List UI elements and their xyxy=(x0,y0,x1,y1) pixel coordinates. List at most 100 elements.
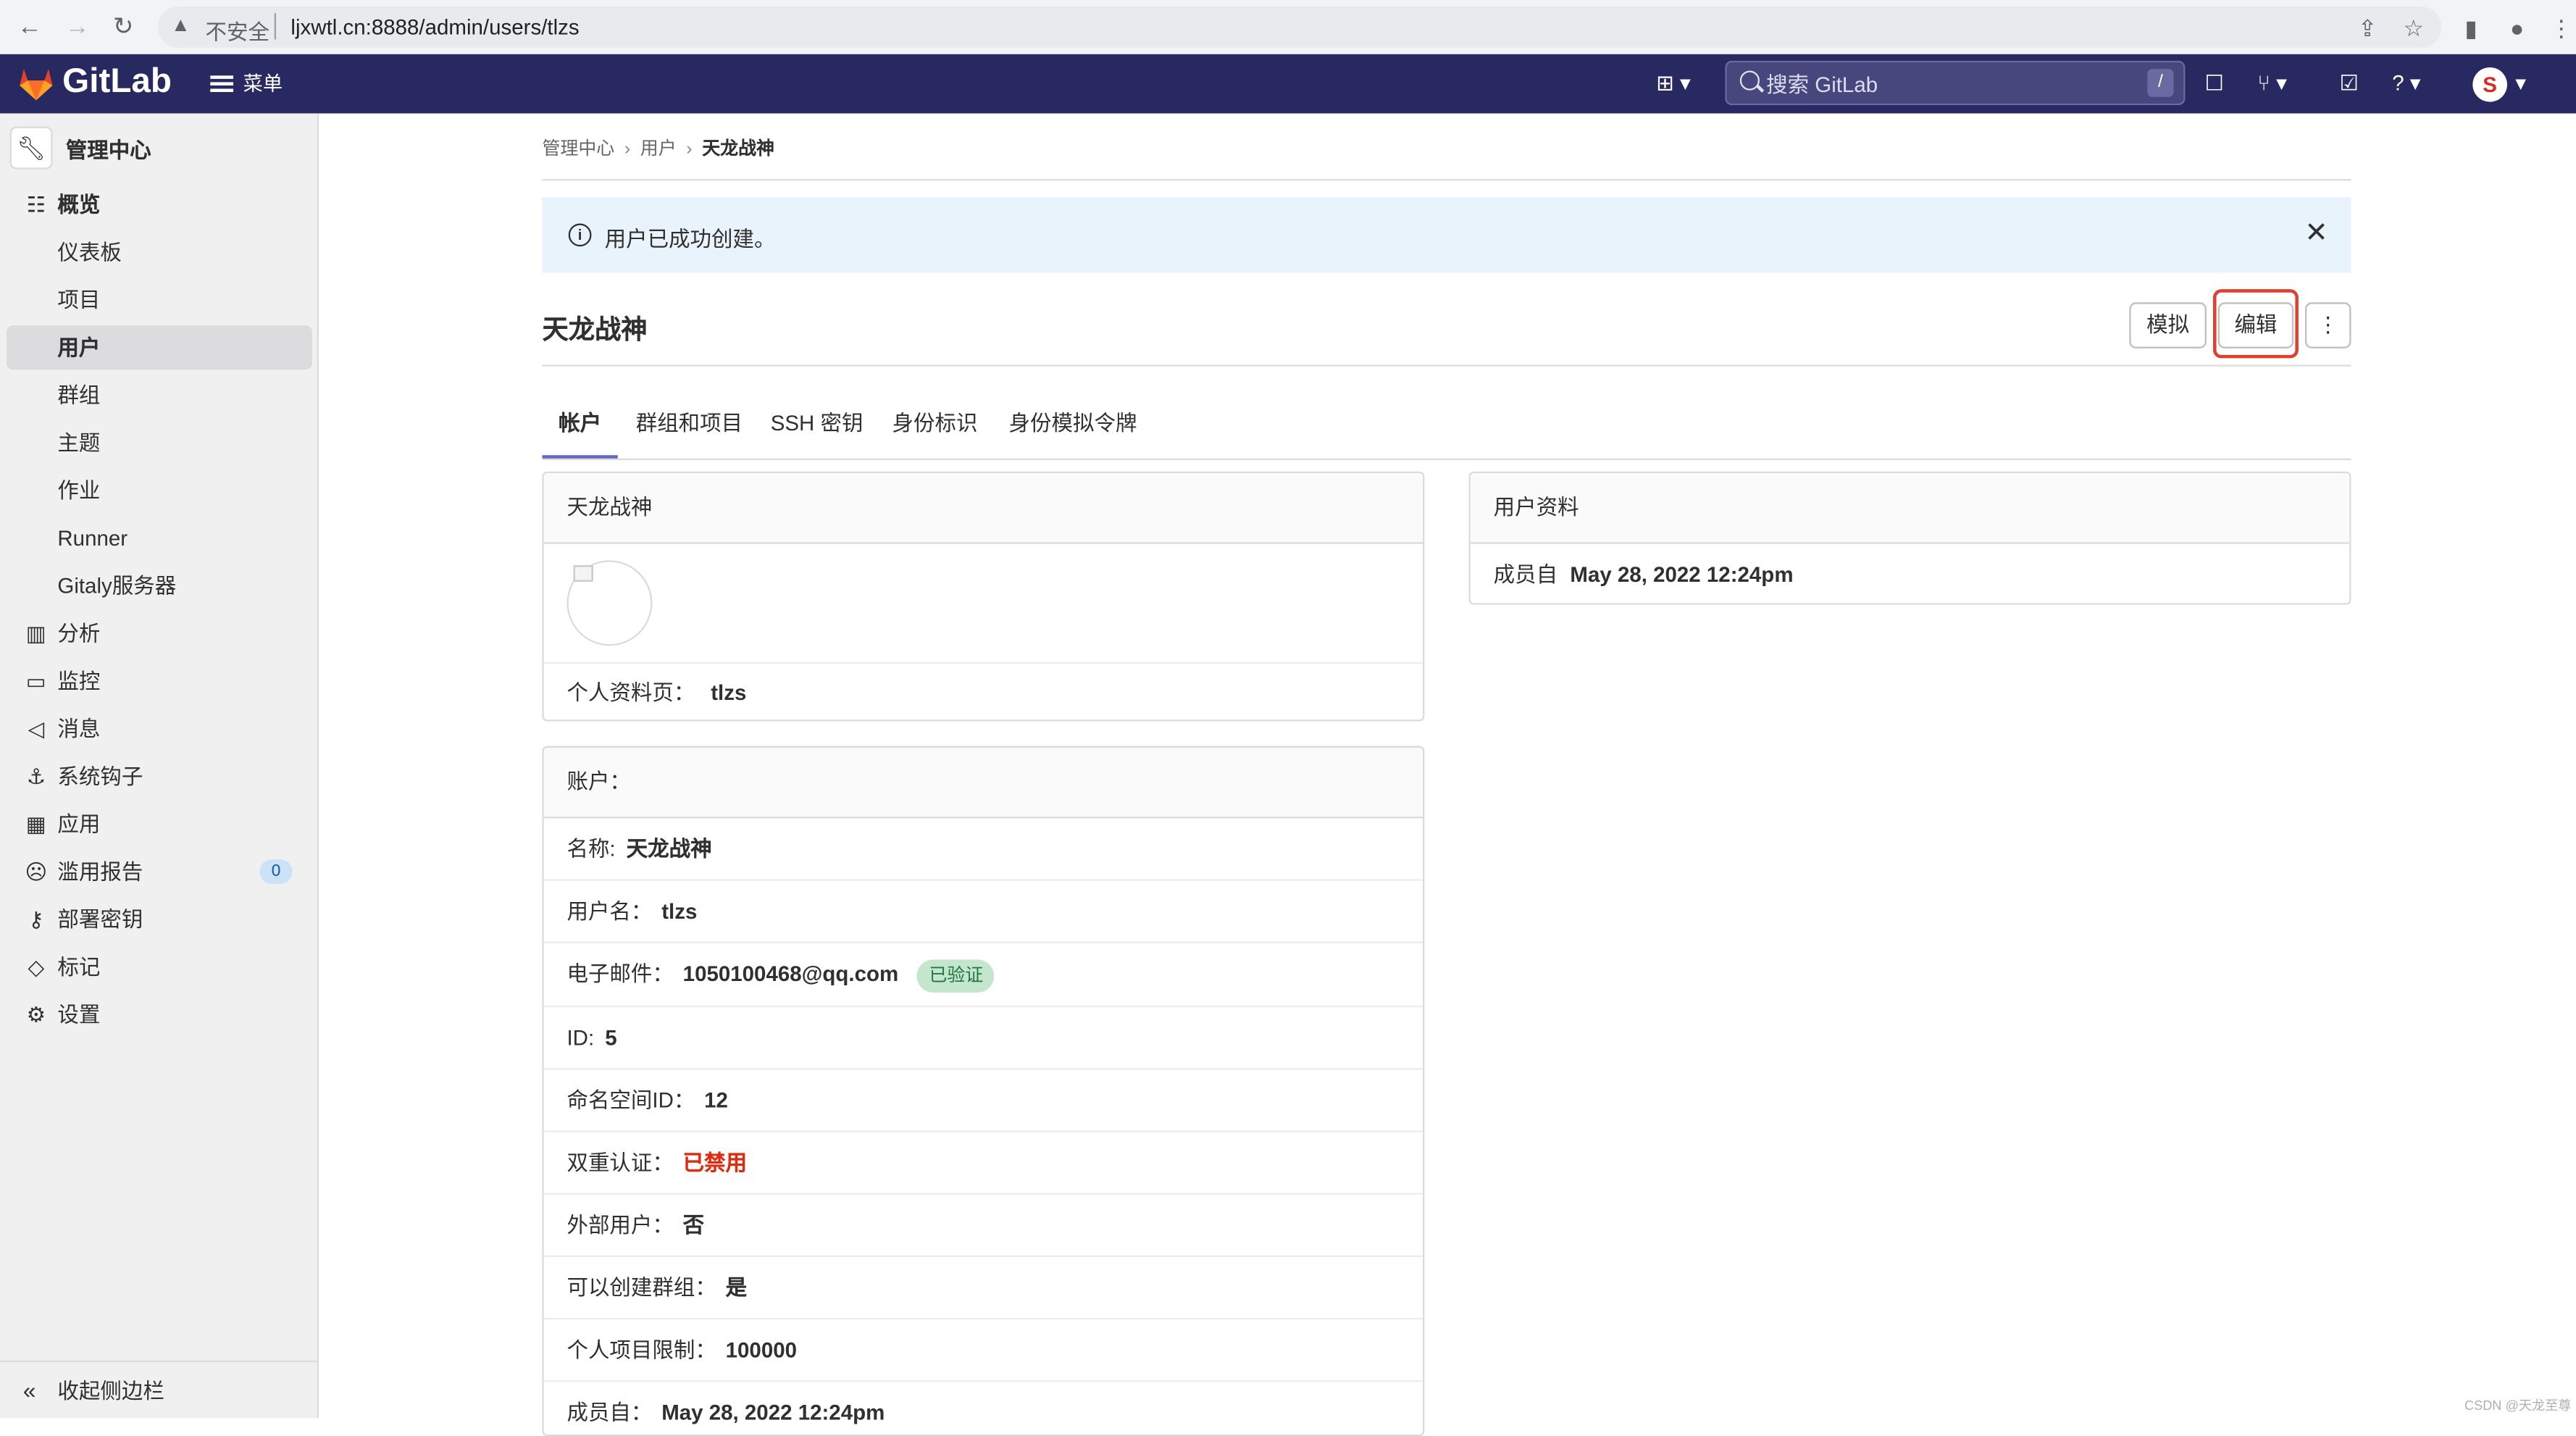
warning-icon: ▲ xyxy=(170,13,191,36)
url-divider xyxy=(274,13,277,40)
abuse-count-badge: 0 xyxy=(259,859,293,885)
breadcrumb-users[interactable]: 用户 xyxy=(640,140,677,159)
profile-page-link[interactable]: tlzs xyxy=(711,680,746,705)
breadcrumb-current[interactable]: 天龙战神 xyxy=(702,140,774,159)
more-options-icon[interactable]: ⋮ xyxy=(2546,13,2576,43)
name-row: 名称: 天龙战神 xyxy=(543,818,1423,881)
sidebar-item-labels[interactable]: ◇ 标记 xyxy=(7,945,312,989)
overview-icon: ☷ xyxy=(26,192,46,217)
sidebar-item-messages[interactable]: ◁ 消息 xyxy=(7,706,312,751)
monitor-icon: ▭ xyxy=(25,669,46,694)
breadcrumb-chevron-icon: › xyxy=(624,139,631,159)
bookmark-star-icon[interactable]: ☆ xyxy=(2399,13,2428,43)
user-info-member-since-row: 成员自 May 28, 2022 12:24pm xyxy=(1493,562,1794,587)
side-panel-icon[interactable]: ▮ xyxy=(2456,13,2486,43)
hamburger-icon xyxy=(210,72,234,95)
sidebar-item-deploy-keys[interactable]: ⚷ 部署密钥 xyxy=(7,897,312,941)
sidebar-context-header[interactable]: 🔧︎ 管理中心 xyxy=(9,126,151,170)
label-icon: ◇ xyxy=(28,954,45,980)
page-title: 天龙战神 xyxy=(542,317,648,346)
breadcrumb-admin[interactable]: 管理中心 xyxy=(542,140,614,159)
create-new-icon[interactable]: ⊞ ▾ xyxy=(1656,69,1691,99)
search-box[interactable]: / xyxy=(1725,60,2186,106)
sidebar-item-analytics[interactable]: ▥ 分析 xyxy=(7,611,312,656)
user-info-card: 用户资料 成员自 May 28, 2022 12:24pm xyxy=(1468,471,2351,605)
tab-identities[interactable]: 身份标识 xyxy=(892,396,978,456)
tab-account[interactable]: 帐户 xyxy=(542,396,618,459)
sidebar-item-applications[interactable]: ▦ 应用 xyxy=(7,802,312,846)
user-avatar[interactable]: S xyxy=(2472,67,2507,102)
sidebar-item-gitaly-servers[interactable]: Gitaly服务器 xyxy=(7,564,312,608)
collapse-sidebar-button[interactable]: «收起侧边栏 xyxy=(0,1360,317,1420)
back-icon[interactable]: ← xyxy=(13,12,46,44)
search-input[interactable] xyxy=(1766,69,2128,99)
breadcrumb-chevron-icon: › xyxy=(686,139,693,159)
gitlab-logo-icon[interactable] xyxy=(17,64,56,103)
email-link[interactable]: 1050100468@qq.com xyxy=(683,961,899,986)
sidebar-item-jobs[interactable]: 作业 xyxy=(7,468,312,512)
gitlab-brand[interactable]: GitLab xyxy=(62,62,172,101)
sidebar-item-system-hooks[interactable]: ⚓︎ 系统钩子 xyxy=(7,754,312,798)
account-card: 账户： 名称: 天龙战神 用户名： tlzs 电子邮件： 1050100468@… xyxy=(542,746,1425,1436)
impersonate-button[interactable]: 模拟 xyxy=(2129,302,2207,348)
profile-card: 天龙战神 个人资料页： tlzs xyxy=(542,471,1425,722)
username-row: 用户名： tlzs xyxy=(543,881,1423,943)
watermark: CSDN @天龙至尊 xyxy=(2464,1398,2572,1414)
tab-impersonation-tokens[interactable]: 身份模拟令牌 xyxy=(1009,396,1137,456)
member-since-row: 成员自： May 28, 2022 12:24pm xyxy=(566,1400,885,1425)
sidebar-item-topics[interactable]: 主题 xyxy=(7,421,312,465)
reload-icon[interactable]: ↻ xyxy=(106,12,139,44)
sidebar-item-groups[interactable]: 群组 xyxy=(7,373,312,417)
merge-requests-icon[interactable]: ⑂ ▾ xyxy=(2257,69,2287,99)
security-label: 不安全 xyxy=(205,20,269,45)
help-icon[interactable]: ? ▾ xyxy=(2392,69,2420,99)
info-icon: i xyxy=(568,223,592,247)
share-icon[interactable]: ⇪ xyxy=(2353,13,2383,43)
close-icon[interactable]: ✕ xyxy=(2304,219,2328,247)
profile-icon[interactable]: ● xyxy=(2502,13,2532,43)
key-icon: ⚷ xyxy=(28,906,44,932)
search-icon xyxy=(1739,70,1760,91)
divider xyxy=(542,364,2351,367)
sidebar-item-dashboard[interactable]: 仪表板 xyxy=(7,230,312,275)
project-limit-row: 个人项目限制： 100000 xyxy=(543,1319,1423,1382)
todo-icon[interactable]: ☑ xyxy=(2340,69,2359,99)
address-bar[interactable]: ▲ 不安全 ljxwtl.cn:8888/admin/users/tlzs xyxy=(157,7,2442,48)
sidebar-item-abuse-reports[interactable]: ☹ 滥用报告 0 xyxy=(7,850,312,894)
profile-card-title: 天龙战神 xyxy=(543,473,1423,544)
alert-message: 用户已成功创建。 xyxy=(604,226,776,252)
abuse-icon: ☹ xyxy=(25,859,48,885)
namespace-id-row: 命名空间ID： 12 xyxy=(543,1069,1423,1132)
sidebar-item-monitoring[interactable]: ▭ 监控 xyxy=(7,659,312,703)
sidebar-item-settings[interactable]: ⚙︎ 设置 xyxy=(7,993,312,1037)
chevron-down-icon[interactable]: ▾ xyxy=(2515,69,2526,99)
issues-icon[interactable]: ☐ xyxy=(2205,69,2224,99)
tab-ssh-keys[interactable]: SSH 密钥 xyxy=(771,396,863,456)
sidebar-item-projects[interactable]: 项目 xyxy=(7,277,312,322)
browser-toolbar: ← → ↻ ▲ 不安全 ljxwtl.cn:8888/admin/users/t… xyxy=(0,0,2576,57)
divider xyxy=(542,179,2351,181)
vertical-ellipsis-icon: ⋮ xyxy=(2317,312,2339,337)
search-shortcut-key: / xyxy=(2147,69,2174,97)
sidebar-item-runners[interactable]: Runner xyxy=(7,516,312,560)
main-menu-button[interactable]: 菜单 xyxy=(210,69,283,99)
id-row: ID: 5 xyxy=(543,1007,1423,1070)
can-create-group-row: 可以创建群组： 是 xyxy=(543,1257,1423,1320)
more-actions-button[interactable]: ⋮ xyxy=(2305,302,2351,348)
user-avatar-image xyxy=(566,560,653,646)
breadcrumb: 管理中心 › 用户 › 天龙战神 xyxy=(542,135,774,161)
admin-sidebar: 🔧︎ 管理中心 ☷ 概览 仪表板 项目 用户 群组 主题 作业 Runner Git… xyxy=(0,113,319,1420)
sidebar-item-users[interactable]: 用户 xyxy=(7,325,312,370)
profile-page-label: 个人资料页： xyxy=(566,680,695,705)
forward-icon[interactable]: → xyxy=(61,12,93,44)
double-chevron-left-icon: « xyxy=(22,1377,36,1403)
sidebar-item-overview[interactable]: ☷ 概览 xyxy=(7,183,312,227)
user-tabs: 帐户 群组和项目 SSH 密钥 身份标识 身份模拟令牌 xyxy=(542,396,2351,461)
tab-groups-projects[interactable]: 群组和项目 xyxy=(636,396,743,456)
avatar-row xyxy=(543,544,1423,664)
sidebar-context-title: 管理中心 xyxy=(65,137,151,162)
profile-page-row: 个人资料页： tlzs xyxy=(544,664,1423,719)
main-content: 管理中心 › 用户 › 天龙战神 i 用户已成功创建。 ✕ 天龙战神 模拟 编辑 ⋮ 帐… xyxy=(542,113,2351,1436)
url-text[interactable]: ljxwtl.cn:8888/admin/users/tlzs xyxy=(290,14,579,39)
settings-icon: ⚙︎ xyxy=(26,1002,46,1027)
